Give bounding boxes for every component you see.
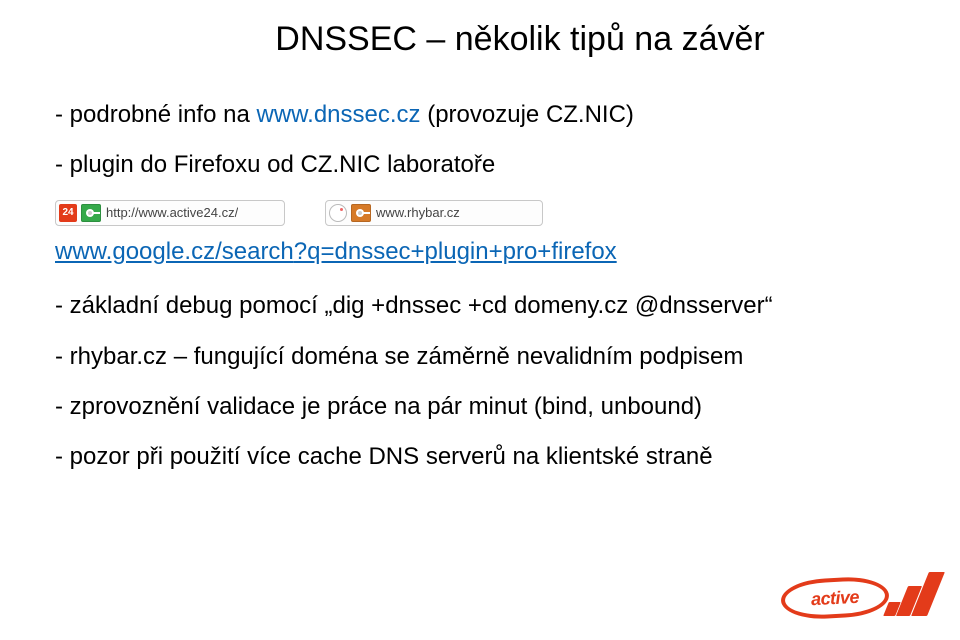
- bullet-cache-warning: - pozor při použití více cache DNS serve…: [55, 441, 905, 473]
- urlbar-examples: 24 http://www.active24.cz/ www.rhybar.cz: [55, 200, 905, 226]
- dnssec-valid-key-icon: [81, 204, 101, 222]
- bullet-info: - podrobné info na www.dnssec.cz (provoz…: [55, 99, 905, 131]
- link-query: ?q=dnssec+plugin+pro+firefox: [294, 238, 617, 265]
- google-search-link[interactable]: www.google.cz/search?q=dnssec+plugin+pro…: [55, 238, 617, 265]
- url-text: http://www.active24.cz/: [106, 205, 238, 220]
- logo-oval-icon: active: [780, 575, 890, 621]
- text: (provozuje CZ.NIC): [421, 101, 634, 128]
- favicon-active24-icon: 24: [59, 204, 77, 222]
- text: - podrobné info na: [55, 101, 256, 128]
- slide-title: DNSSEC – několik tipů na závěr: [135, 20, 905, 59]
- bullet-rhybar: - rhybar.cz – fungující doména se záměrn…: [55, 341, 905, 373]
- url-text: www.rhybar.cz: [376, 205, 460, 220]
- logo-text: active: [810, 586, 859, 609]
- favicon-generic-icon: [329, 204, 347, 222]
- bullet-dig: - základní debug pomocí „dig +dnssec +cd…: [55, 290, 905, 322]
- search-link-line: www.google.cz/search?q=dnssec+plugin+pro…: [55, 236, 905, 268]
- dnssec-invalid-key-icon: [351, 204, 371, 222]
- urlbar-valid: 24 http://www.active24.cz/: [55, 200, 285, 226]
- bullet-plugin: - plugin do Firefoxu od CZ.NIC laboratoř…: [55, 149, 905, 181]
- bullet-validation: - zprovoznění validace je práce na pár m…: [55, 391, 905, 423]
- link-host: www.google.cz/search: [55, 238, 294, 265]
- active24-logo: active: [781, 572, 936, 624]
- slide: DNSSEC – několik tipů na závěr - podrobn…: [0, 0, 960, 474]
- dnssec-link: www.dnssec.cz: [256, 101, 420, 128]
- urlbar-invalid: www.rhybar.cz: [325, 200, 543, 226]
- logo-bars-icon: [882, 572, 936, 624]
